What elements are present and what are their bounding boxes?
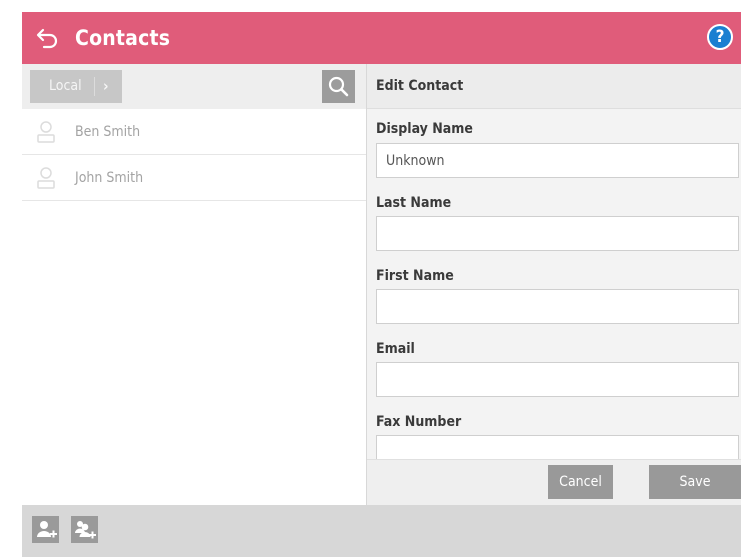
last-name-field[interactable] [376, 216, 739, 251]
bottom-toolbar [22, 505, 741, 557]
contacts-app: Contacts ? Local › Ben Smith John Smith … [0, 0, 741, 557]
help-icon[interactable]: ? [707, 24, 733, 50]
source-selector-divider [94, 77, 95, 96]
display-name-field[interactable] [376, 143, 739, 178]
first-name-label: First Name [376, 268, 454, 284]
edit-contact-title: Edit Contact [376, 78, 464, 94]
list-toolbar: Local › [22, 64, 366, 109]
email-label: Email [376, 341, 415, 357]
source-selector-label: Local [49, 78, 82, 94]
last-name-label: Last Name [376, 195, 452, 211]
app-header: Contacts ? [22, 12, 741, 64]
back-arrow-icon[interactable] [34, 24, 62, 52]
person-icon [36, 166, 56, 190]
page-title: Contacts [75, 26, 171, 50]
contact-name: Ben Smith [75, 124, 141, 140]
contact-list-panel: Local › Ben Smith John Smith [22, 64, 367, 505]
cancel-button[interactable]: Cancel [548, 465, 613, 499]
chevron-right-icon: › [103, 77, 109, 95]
add-contact-icon[interactable] [32, 516, 59, 543]
first-name-field[interactable] [376, 289, 739, 324]
edit-contact-form: Display Name Last Name First Name Email … [367, 109, 741, 459]
edit-contact-header: Edit Contact [367, 64, 741, 109]
person-icon [36, 120, 56, 144]
save-button[interactable]: Save [649, 465, 741, 499]
contact-name: John Smith [75, 170, 144, 186]
edit-contact-panel: Edit Contact Display Name Last Name Firs… [367, 64, 741, 505]
contact-list-item[interactable]: John Smith [22, 155, 366, 201]
contact-list-item[interactable]: Ben Smith [22, 109, 366, 155]
source-selector-button[interactable]: Local › [30, 70, 122, 103]
add-group-icon[interactable] [71, 516, 98, 543]
email-field[interactable] [376, 362, 739, 397]
fax-number-label: Fax Number [376, 414, 462, 430]
fax-number-field[interactable] [376, 435, 739, 459]
edit-actions-bar: Cancel Save [367, 459, 741, 505]
search-icon[interactable] [322, 70, 355, 103]
display-name-label: Display Name [376, 121, 473, 137]
